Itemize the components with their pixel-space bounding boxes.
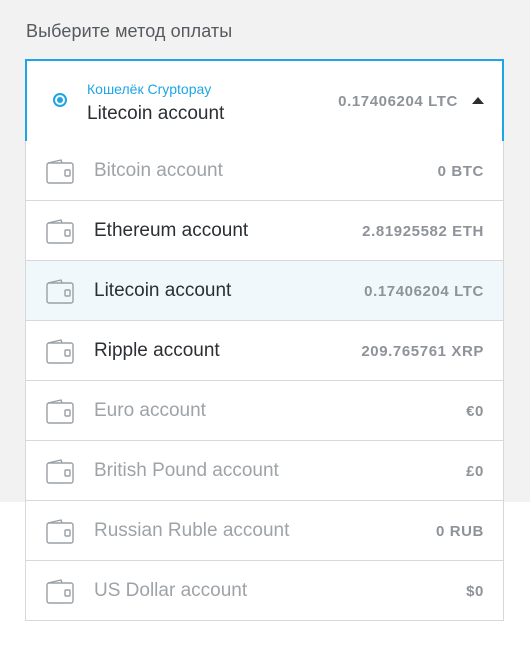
account-option-label: Bitcoin account [94,160,223,181]
account-option-label: Ripple account [94,340,220,361]
page-title: Выберите метод оплаты [26,21,233,41]
account-option-balance: 209.765761 XRP [361,343,484,360]
account-option-label: Russian Ruble account [94,520,290,541]
wallet-icon [46,338,74,364]
payment-method-select[interactable]: Кошелёк Cryptopay Litecoin account 0.174… [25,59,504,143]
account-option[interactable]: US Dollar account $0 [26,561,503,621]
account-dropdown-list: Bitcoin account 0 BTC Ethereum account 2… [25,141,504,621]
wallet-icon [46,518,74,544]
selected-wallet-label: Кошелёк Cryptopay [87,81,212,97]
selected-account-label: Litecoin account [87,103,225,124]
account-option-balance: $0 [466,583,484,600]
account-option-label: US Dollar account [94,580,248,601]
caret-up-icon[interactable] [472,97,484,104]
account-option[interactable]: Litecoin account 0.17406204 LTC [26,261,503,321]
account-option[interactable]: Ethereum account 2.81925582 ETH [26,201,503,261]
account-option-balance: 2.81925582 ETH [362,223,484,240]
account-option[interactable]: Russian Ruble account 0 RUB [26,501,503,561]
wallet-icon [46,398,74,424]
account-option-balance: €0 [466,403,484,420]
account-option-label: Ethereum account [94,220,249,241]
account-option-label: Litecoin account [94,280,232,301]
account-option-balance: 0 BTC [437,163,484,180]
wallet-icon [46,218,74,244]
account-option[interactable]: Euro account €0 [26,381,503,441]
account-option-label: Euro account [94,400,206,421]
wallet-icon [46,158,74,184]
account-option[interactable]: Ripple account 209.765761 XRP [26,321,503,381]
wallet-icon [46,458,74,484]
wallet-icon [46,578,74,604]
account-option[interactable]: British Pound account £0 [26,441,503,501]
selected-account-balance: 0.17406204 LTC [338,93,458,110]
account-option[interactable]: Bitcoin account 0 BTC [26,141,503,201]
radio-selected-icon[interactable] [53,93,67,107]
account-option-label: British Pound account [94,460,279,481]
wallet-icon [46,278,74,304]
account-option-balance: 0.17406204 LTC [364,283,484,300]
account-option-balance: 0 RUB [435,523,484,540]
account-option-balance: £0 [466,463,484,480]
